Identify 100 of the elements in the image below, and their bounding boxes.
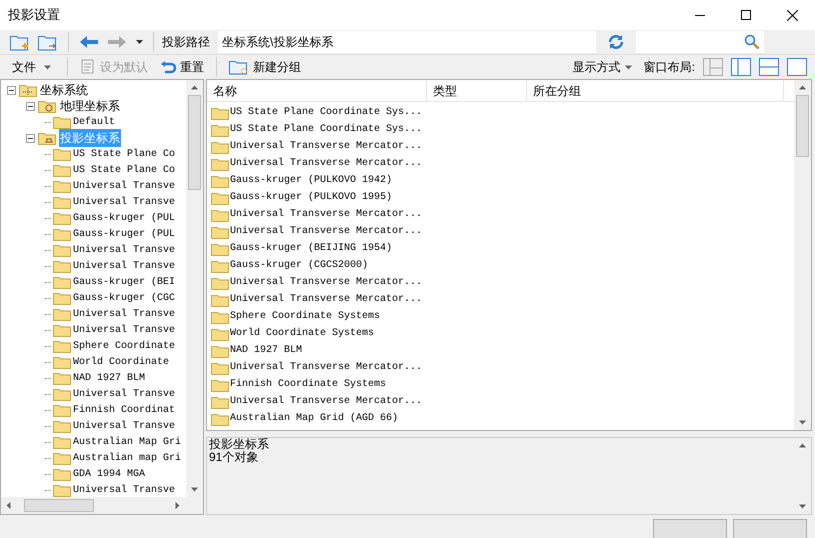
window-title: 投影设置 <box>8 6 61 24</box>
folder-icon <box>53 387 71 401</box>
scroll-up-icon <box>799 442 806 449</box>
table-cell-text: Finnish Coordinate Systems <box>230 378 386 392</box>
folder-icon <box>53 435 71 449</box>
tree-item[interactable]: Finnish Coordinat <box>73 402 176 418</box>
table-cell-text: Sphere Coordinate Systems <box>230 310 380 324</box>
collapse-icon[interactable] <box>26 102 35 110</box>
layout-single-icon[interactable] <box>787 58 807 76</box>
tree-item[interactable]: Universal Transve <box>73 306 176 322</box>
folder-icon <box>53 307 71 321</box>
tree-item[interactable]: Australian map Gri <box>73 450 182 466</box>
scroll-thumb[interactable] <box>188 95 201 190</box>
column-header[interactable]: 名称 <box>207 80 427 101</box>
file-menu[interactable]: 文件 <box>4 55 59 79</box>
folder-plus-icon <box>10 33 30 51</box>
tree-item[interactable]: Universal Transve <box>73 258 176 274</box>
table-cell-text: US State Plane Coordinate Sys... <box>230 106 422 120</box>
folder-icon <box>53 339 71 353</box>
folder-icon <box>211 344 229 358</box>
layout-split-icon[interactable] <box>703 58 723 76</box>
folder-icon <box>211 310 229 324</box>
table-cell-text: Universal Transverse Mercator... <box>230 224 422 239</box>
table-cell-text: Gauss-kruger (BEIJING 1954) <box>230 242 392 256</box>
table-cell-text: World Coordinate Systems <box>230 326 374 341</box>
tree-item[interactable]: US State Plane Co <box>73 162 176 178</box>
folder-icon <box>53 419 71 433</box>
folder-icon <box>53 163 71 177</box>
toolbar-button[interactable]: 新建分组 <box>225 55 305 79</box>
tree-item[interactable]: Gauss-kruger (CGC <box>73 290 176 306</box>
tree-item[interactable]: Universal Transve <box>73 482 176 497</box>
tree-item[interactable]: Gauss-kruger (PUL <box>73 226 176 242</box>
layout-rows-icon[interactable] <box>759 58 779 76</box>
right-arrow-icon <box>107 35 127 49</box>
folder-icon <box>211 360 229 374</box>
tree-item[interactable]: 坐标系统 <box>40 81 88 99</box>
folder-icon <box>211 394 229 408</box>
new-folder-icon <box>229 59 249 75</box>
horizontal-scrollbar[interactable] <box>1 497 203 514</box>
tree-item[interactable]: NAD 1927 BLM <box>73 370 146 386</box>
collapse-icon[interactable] <box>7 86 16 94</box>
scroll-thumb[interactable] <box>796 95 809 157</box>
view-mode-dropdown[interactable]: 显示方式 <box>572 55 632 79</box>
table-cell-text: Universal Transverse Mercator... <box>230 140 422 154</box>
tree-item[interactable]: Australian Map Gri <box>73 434 182 450</box>
tree-item[interactable]: US State Plane Co <box>73 146 176 162</box>
tree-item[interactable]: Universal Transve <box>73 418 176 434</box>
folder-icon <box>211 378 229 392</box>
table-cell-text: Australian Map Grid (AGD 66) <box>230 412 398 426</box>
folder-icon <box>53 259 71 273</box>
path-field[interactable]: 坐标系统\投影坐标系 <box>218 31 596 53</box>
search-field[interactable] <box>636 31 764 53</box>
tree-item[interactable]: Default <box>73 114 116 130</box>
tree-item[interactable]: GDA 1994 MGA <box>73 466 146 482</box>
folder-icon <box>211 224 229 238</box>
folder-icon <box>53 243 71 257</box>
table-cell-text: Universal Transverse Mercator... <box>230 360 422 375</box>
tree-item[interactable]: Universal Transve <box>73 386 176 402</box>
tree-item[interactable]: Gauss-kruger (BEI <box>73 274 176 290</box>
tree-item[interactable]: 地理坐标系 <box>59 97 121 115</box>
caret-icon <box>624 64 632 70</box>
tree-item[interactable]: Universal Transve <box>73 178 176 194</box>
tree-item[interactable]: Sphere Coordinate <box>73 338 176 354</box>
left-arrow-icon <box>79 35 99 49</box>
folder-icon <box>38 131 56 145</box>
folder-icon <box>53 147 71 161</box>
folder-icon <box>211 292 229 306</box>
toolbar-button[interactable]: 重置 <box>156 55 208 79</box>
scroll-thumb[interactable] <box>24 499 94 512</box>
tree-item[interactable]: Gauss-kruger (PUL <box>73 210 176 226</box>
caret-icon <box>136 40 142 44</box>
column-header[interactable]: 所在分组 <box>527 80 784 101</box>
tree-item[interactable]: Universal Transve <box>73 322 176 338</box>
refresh-icon <box>607 33 625 51</box>
undo-arrow-icon <box>160 59 176 75</box>
window-layout-label: 窗口布局: <box>644 59 695 76</box>
folder-icon <box>211 174 229 188</box>
vertical-scrollbar[interactable] <box>186 80 203 497</box>
folder-icon <box>211 156 229 170</box>
scroll-down-icon <box>191 486 198 493</box>
vertical-scrollbar[interactable] <box>794 80 811 430</box>
tree-item[interactable]: Universal Transve <box>73 194 176 210</box>
folder-icon <box>53 227 71 241</box>
layout-columns-icon[interactable] <box>731 58 751 76</box>
tree-item[interactable]: World Coordinate <box>73 354 170 370</box>
folder-icon <box>53 451 71 465</box>
collapse-icon[interactable] <box>26 134 35 142</box>
info-text: 91个对象 <box>209 451 260 464</box>
folder-arrow-icon <box>38 33 58 51</box>
tree-item[interactable]: Universal Transve <box>73 242 176 258</box>
scroll-up-icon <box>799 84 806 91</box>
table-cell-text: Universal Transverse Mercator... <box>230 156 422 171</box>
folder-icon <box>211 190 229 204</box>
table-cell-text: Universal Transverse Mercator... <box>230 276 422 290</box>
search-icon <box>744 34 760 50</box>
folder-icon <box>211 140 229 154</box>
table-cell-text: Gauss-kruger (PULKOVO 1942) <box>230 174 392 188</box>
table-cell-text: US State Plane Coordinate Sys... <box>230 122 422 137</box>
table-cell-text: Universal Transverse Mercator... <box>230 394 422 409</box>
column-header[interactable]: 类型 <box>427 80 527 101</box>
